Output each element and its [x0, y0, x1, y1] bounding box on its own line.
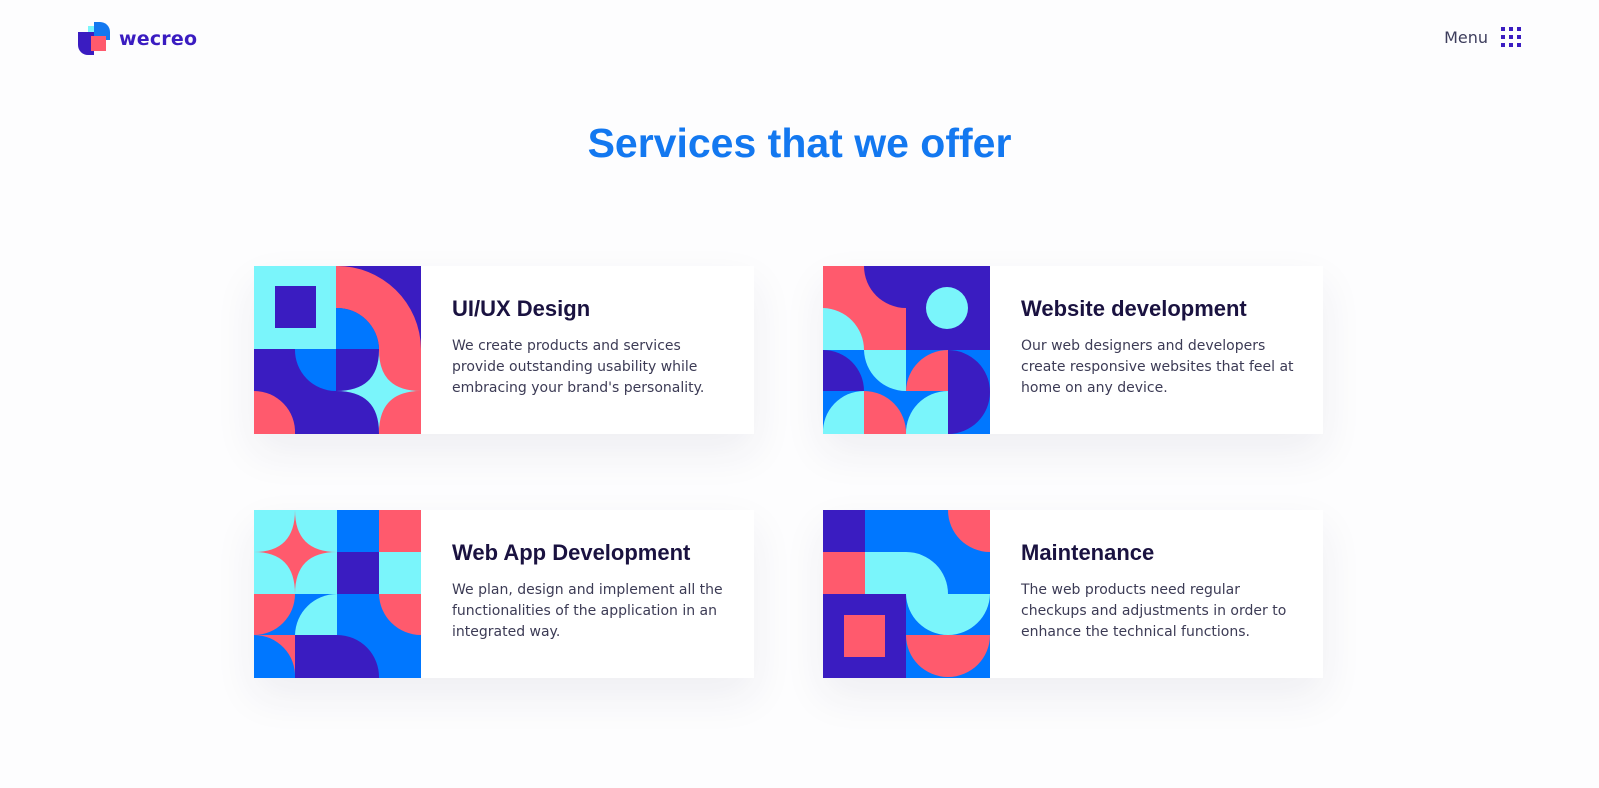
service-title: Maintenance: [1021, 540, 1155, 565]
service-description: We create products and services provide …: [452, 338, 705, 396]
webapp-pattern-icon: [254, 510, 421, 678]
section-title: Services that we offer: [587, 120, 1012, 166]
service-title: Web App Development: [452, 540, 691, 565]
logo-icon: [78, 22, 110, 55]
service-card-website[interactable]: Website development Our web designers an…: [823, 266, 1323, 434]
grid-menu-icon: [1501, 27, 1521, 47]
menu-label: Menu: [1444, 27, 1488, 47]
site-header: wecreo Menu: [0, 0, 1599, 80]
service-title: Website development: [1021, 296, 1247, 321]
website-pattern-icon: [823, 266, 990, 434]
service-card-webapp[interactable]: Web App Development We plan, design and …: [254, 510, 754, 678]
service-title: UI/UX Design: [452, 296, 591, 321]
maintenance-pattern-icon: [823, 510, 990, 678]
brand-name: wecreo: [119, 27, 198, 50]
brand-logo[interactable]: wecreo: [78, 22, 197, 55]
service-description: The web products need regular checkups a…: [1021, 582, 1287, 640]
service-card-maintenance[interactable]: Maintenance The web products need regula…: [823, 510, 1323, 678]
service-description: Our web designers and developers create …: [1021, 338, 1294, 396]
uiux-pattern-icon: [254, 266, 421, 434]
service-description: We plan, design and implement all the fu…: [452, 582, 723, 640]
service-card-uiux[interactable]: UI/UX Design We create products and serv…: [254, 266, 754, 434]
menu-button[interactable]: Menu: [1444, 27, 1521, 47]
